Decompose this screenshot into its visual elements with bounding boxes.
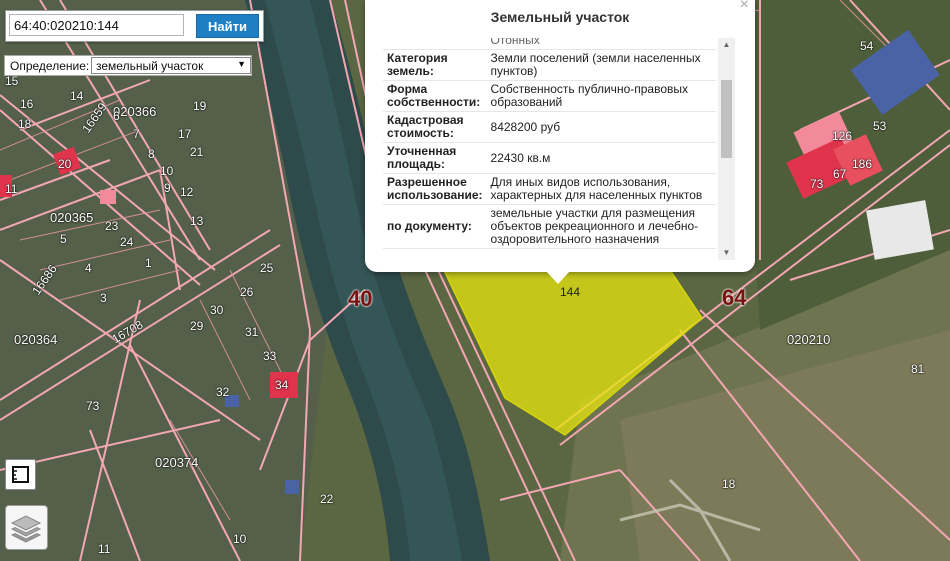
parcel-label: 23 — [105, 219, 119, 233]
parcel-info-popup: Земельный участок × Отонных Категория зе… — [365, 0, 755, 272]
row-value: земельные участки для размещения объекто… — [486, 204, 716, 249]
parcel-label: 33 — [263, 349, 277, 363]
parcel-label: 10 — [233, 532, 247, 546]
block-label-020364: 020364 — [14, 332, 58, 347]
row-value: Собственность публично-правовых образова… — [486, 80, 716, 112]
scroll-thumb[interactable] — [721, 80, 732, 158]
find-button[interactable]: Найти — [196, 14, 259, 38]
definition-select[interactable]: земельный участок ▼ — [91, 57, 251, 74]
popup-title: Земельный участок — [490, 9, 630, 25]
parcel-label: 126 — [832, 129, 853, 143]
parcel-attributes-table: Отонных Категория земель: Земли поселени… — [383, 38, 716, 249]
row-key: по документу: — [383, 204, 487, 249]
table-row: Уточненная площадь: 22430 кв.м — [383, 142, 716, 174]
table-row: Кадастровая стоимость: 8428200 руб — [383, 111, 716, 143]
popup-scrollbar[interactable]: ▲ ▼ — [718, 38, 735, 260]
definition-label: Определение: — [10, 59, 90, 73]
parcel-label: 9 — [164, 181, 171, 195]
district-label-64: 64 — [722, 285, 747, 310]
layers-icon — [10, 515, 42, 543]
row-value: Для иных видов использования, характерны… — [486, 173, 716, 205]
scroll-down-icon[interactable]: ▼ — [718, 246, 735, 260]
cadastral-number-input[interactable] — [9, 14, 184, 36]
parcel-label: 13 — [190, 214, 204, 228]
row-key — [383, 38, 487, 50]
parcel-label: 3 — [100, 291, 107, 305]
block-label-020210: 020210 — [787, 332, 831, 347]
parcel-number-label: 144 — [560, 285, 581, 299]
parcel-label: 16 — [20, 97, 34, 111]
district-label-40: 40 — [348, 286, 373, 311]
row-key: Уточненная площадь: — [383, 142, 487, 174]
parcel-label: 25 — [260, 261, 274, 275]
parcel-label: 34 — [275, 378, 289, 392]
parcel-label: 20 — [58, 157, 72, 171]
table-row: Разрешенное использование: Для иных видо… — [383, 173, 716, 205]
measure-tool-button[interactable] — [5, 459, 36, 490]
parcel-label: 12 — [180, 185, 194, 199]
parcel-label: 18 — [18, 117, 32, 131]
parcel-label: 29 — [190, 319, 204, 333]
table-row: Категория земель: Земли поселений (земли… — [383, 49, 716, 81]
parcel-label: 32 — [216, 385, 230, 399]
parcel-label: 30 — [210, 303, 224, 317]
parcel-label: 67 — [833, 167, 847, 181]
parcel-label: 24 — [120, 235, 134, 249]
parcel-label: 73 — [86, 399, 100, 413]
parcel-label: 6 — [113, 109, 120, 123]
popup-pointer — [545, 270, 571, 284]
row-value: 22430 кв.м — [486, 142, 716, 174]
parcel-label: 73 — [810, 177, 824, 191]
row-key: Форма собственности: — [383, 80, 487, 112]
parcel-label: 7 — [133, 127, 140, 141]
parcel-label: 10 — [160, 164, 174, 178]
parcel-label: 31 — [245, 325, 259, 339]
table-row: по документу: земельные участки для разм… — [383, 204, 716, 249]
parcel-label: 17 — [178, 127, 192, 141]
parcel-label: 21 — [190, 145, 204, 159]
block-label-020374: 020374 — [155, 455, 199, 470]
block-label-020365: 020365 — [50, 210, 94, 225]
row-key: Категория земель: — [383, 49, 487, 81]
row-key: Кадастровая стоимость: — [383, 111, 487, 143]
definition-row: Определение: земельный участок ▼ — [4, 55, 252, 76]
ruler-icon — [12, 466, 29, 483]
row-value: Отонных — [486, 38, 716, 50]
parcel-label: 1 — [145, 256, 152, 270]
dropdown-arrow-icon: ▼ — [237, 59, 246, 69]
parcel-label: 81 — [911, 362, 925, 376]
search-box: Найти — [5, 10, 264, 42]
parcel-label: 5 — [60, 232, 67, 246]
definition-selected-value: земельный участок — [96, 59, 204, 73]
table-row: Форма собственности: Собственность публи… — [383, 80, 716, 112]
parcel-label: 186 — [852, 157, 873, 171]
parcel-label: 22 — [320, 492, 334, 506]
table-row: Отонных — [383, 38, 716, 50]
scroll-up-icon[interactable]: ▲ — [718, 38, 735, 52]
parcel-label: 14 — [70, 89, 84, 103]
parcel-label: 53 — [873, 119, 887, 133]
parcel-label: 11 — [5, 182, 18, 196]
row-value: Земли поселений (земли населенных пункто… — [486, 49, 716, 81]
parcel-label: 19 — [193, 99, 207, 113]
parcel-label: 18 — [722, 477, 736, 491]
parcel-label: 15 — [5, 74, 19, 88]
close-icon[interactable]: × — [740, 0, 749, 14]
layers-button[interactable] — [5, 505, 48, 550]
parcel-label: 4 — [85, 261, 92, 275]
parcel-label: 54 — [860, 39, 874, 53]
row-value: 8428200 руб — [486, 111, 716, 143]
popup-scroll-area[interactable]: Отонных Категория земель: Земли поселени… — [383, 38, 735, 260]
row-key: Разрешенное использование: — [383, 173, 487, 205]
parcel-label: 8 — [148, 147, 155, 161]
parcel-label: 26 — [240, 285, 254, 299]
parcel-label: 11 — [98, 542, 111, 556]
